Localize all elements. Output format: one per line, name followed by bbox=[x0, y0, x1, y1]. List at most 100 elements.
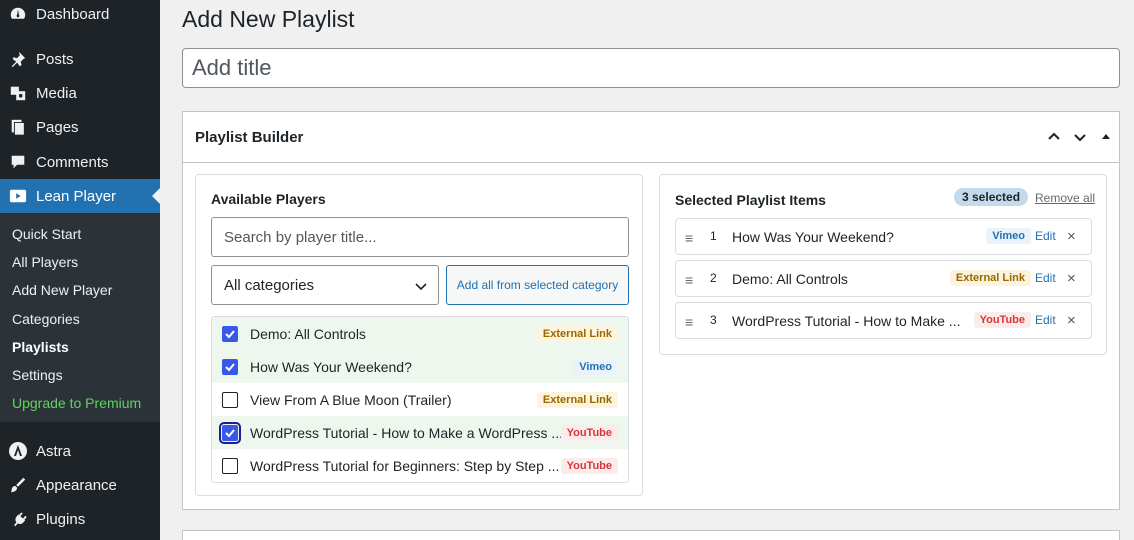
player-list: Demo: All Controls External Link How Was… bbox=[211, 316, 629, 483]
triangle-up-icon bbox=[1102, 134, 1110, 139]
player-row[interactable]: Demo: All Controls External Link bbox=[212, 317, 628, 350]
move-down-button[interactable] bbox=[1069, 126, 1091, 148]
lean-player-submenu: Quick Start All Players Add New Player C… bbox=[0, 213, 160, 422]
page-title: Add New Playlist bbox=[182, 6, 355, 32]
drag-handle-icon[interactable]: ≡ bbox=[685, 230, 693, 246]
menu-pages[interactable]: Pages bbox=[0, 110, 160, 144]
menu-plugins-label: Plugins bbox=[36, 510, 86, 528]
menu-plugins[interactable]: Plugins bbox=[0, 502, 160, 536]
submenu-add-new-player[interactable]: Add New Player bbox=[12, 282, 112, 298]
menu-lean-player-label: Lean Player bbox=[36, 187, 117, 205]
next-metabox bbox=[182, 530, 1120, 540]
menu-comments-label: Comments bbox=[36, 153, 109, 171]
menu-posts[interactable]: Posts bbox=[0, 42, 160, 76]
edit-item-link[interactable]: Edit bbox=[1035, 229, 1056, 243]
player-name: WordPress Tutorial for Beginners: Step b… bbox=[250, 457, 560, 474]
player-name: View From A Blue Moon (Trailer) bbox=[250, 391, 452, 408]
menu-media[interactable]: Media bbox=[0, 76, 160, 110]
player-checkbox[interactable] bbox=[219, 421, 241, 444]
astra-icon bbox=[8, 441, 28, 461]
remove-item-button[interactable]: × bbox=[1067, 312, 1076, 329]
submenu-playlists[interactable]: Playlists bbox=[12, 339, 69, 355]
video-icon bbox=[8, 186, 28, 206]
item-type-badge: YouTube bbox=[973, 312, 1031, 328]
category-select-value: All categories bbox=[224, 276, 315, 294]
remove-item-button[interactable]: × bbox=[1067, 270, 1076, 287]
playlist-title-input[interactable] bbox=[182, 48, 1120, 88]
menu-posts-label: Posts bbox=[36, 50, 74, 68]
player-search-input[interactable] bbox=[211, 217, 629, 257]
plugin-icon bbox=[8, 509, 28, 529]
builder-title: Playlist Builder bbox=[195, 129, 304, 146]
add-all-category-button[interactable]: Add all from selected category bbox=[446, 265, 629, 305]
selected-items-panel: Selected Playlist Items 3 selected Remov… bbox=[659, 174, 1107, 355]
checkmark-icon bbox=[225, 428, 235, 437]
player-checkbox[interactable] bbox=[222, 391, 238, 408]
player-checkbox[interactable] bbox=[222, 325, 238, 342]
player-row[interactable]: WordPress Tutorial for Beginners: Step b… bbox=[212, 449, 628, 482]
menu-dashboard[interactable]: Dashboard bbox=[0, 0, 160, 31]
player-type-badge: External Link bbox=[536, 325, 618, 342]
item-title: Demo: All Controls bbox=[732, 271, 848, 287]
submenu-settings[interactable]: Settings bbox=[12, 367, 63, 383]
selected-items-title: Selected Playlist Items bbox=[675, 192, 826, 208]
remove-item-button[interactable]: × bbox=[1067, 228, 1076, 245]
builder-header: Playlist Builder bbox=[183, 112, 1119, 163]
player-type-badge: Vimeo bbox=[573, 358, 618, 375]
playlist-item[interactable]: ≡ 3 WordPress Tutorial - How to Make ...… bbox=[675, 302, 1092, 339]
player-name: WordPress Tutorial - How to Make a WordP… bbox=[250, 424, 564, 441]
playlist-item[interactable]: ≡ 2 Demo: All Controls External Link Edi… bbox=[675, 260, 1092, 297]
menu-dashboard-label: Dashboard bbox=[36, 5, 110, 23]
category-select[interactable]: All categories bbox=[211, 265, 439, 305]
menu-astra[interactable]: Astra bbox=[0, 434, 160, 468]
player-name: Demo: All Controls bbox=[250, 325, 366, 342]
item-type-badge: Vimeo bbox=[986, 228, 1031, 244]
comments-icon bbox=[8, 152, 28, 172]
collapse-toggle-button[interactable] bbox=[1095, 126, 1117, 148]
menu-astra-label: Astra bbox=[36, 442, 72, 460]
menu-appearance[interactable]: Appearance bbox=[0, 468, 160, 502]
menu-comments[interactable]: Comments bbox=[0, 145, 160, 179]
media-icon bbox=[8, 83, 28, 103]
submenu-upgrade-premium[interactable]: Upgrade to Premium bbox=[12, 395, 141, 411]
item-type-badge: External Link bbox=[949, 270, 1031, 286]
submenu-categories[interactable]: Categories bbox=[12, 311, 80, 327]
item-number: 2 bbox=[710, 271, 717, 285]
player-row[interactable]: View From A Blue Moon (Trailer) External… bbox=[212, 383, 628, 416]
chevron-down-icon bbox=[1074, 134, 1086, 142]
chevron-up-icon bbox=[1048, 132, 1060, 140]
brush-icon bbox=[8, 475, 28, 495]
item-title: How Was Your Weekend? bbox=[732, 229, 894, 245]
item-title: WordPress Tutorial - How to Make ... bbox=[732, 313, 961, 329]
player-checkbox[interactable] bbox=[222, 358, 238, 375]
menu-media-label: Media bbox=[36, 84, 77, 102]
pin-icon bbox=[8, 49, 28, 69]
menu-lean-player[interactable]: Lean Player bbox=[0, 179, 160, 213]
playlist-item[interactable]: ≡ 1 How Was Your Weekend? Vimeo Edit × bbox=[675, 218, 1092, 255]
player-type-badge: YouTube bbox=[560, 457, 618, 474]
playlist-builder-box: Playlist Builder Available Players All c… bbox=[182, 111, 1120, 510]
checkmark-icon bbox=[225, 362, 235, 371]
edit-item-link[interactable]: Edit bbox=[1035, 271, 1056, 285]
chevron-down-icon bbox=[415, 283, 427, 291]
player-row[interactable]: WordPress Tutorial - How to Make a WordP… bbox=[212, 416, 628, 449]
player-type-badge: YouTube bbox=[560, 424, 618, 441]
player-row[interactable]: How Was Your Weekend? Vimeo bbox=[212, 350, 628, 383]
submenu-all-players[interactable]: All Players bbox=[12, 254, 78, 270]
drag-handle-icon[interactable]: ≡ bbox=[685, 272, 693, 288]
move-up-button[interactable] bbox=[1043, 126, 1065, 148]
edit-item-link[interactable]: Edit bbox=[1035, 313, 1056, 327]
player-type-badge: External Link bbox=[536, 391, 618, 408]
item-number: 3 bbox=[710, 313, 717, 327]
menu-pages-label: Pages bbox=[36, 118, 79, 136]
admin-sidebar: Dashboard Posts Media Pages Comments Lea… bbox=[0, 0, 160, 540]
selected-count-badge: 3 selected bbox=[954, 188, 1029, 206]
checkmark-icon bbox=[225, 329, 235, 338]
remove-all-link[interactable]: Remove all bbox=[1035, 191, 1095, 205]
pages-icon bbox=[8, 117, 28, 137]
player-checkbox[interactable] bbox=[222, 457, 238, 474]
menu-appearance-label: Appearance bbox=[36, 476, 117, 494]
item-number: 1 bbox=[710, 229, 717, 243]
submenu-quick-start[interactable]: Quick Start bbox=[12, 226, 81, 242]
drag-handle-icon[interactable]: ≡ bbox=[685, 314, 693, 330]
